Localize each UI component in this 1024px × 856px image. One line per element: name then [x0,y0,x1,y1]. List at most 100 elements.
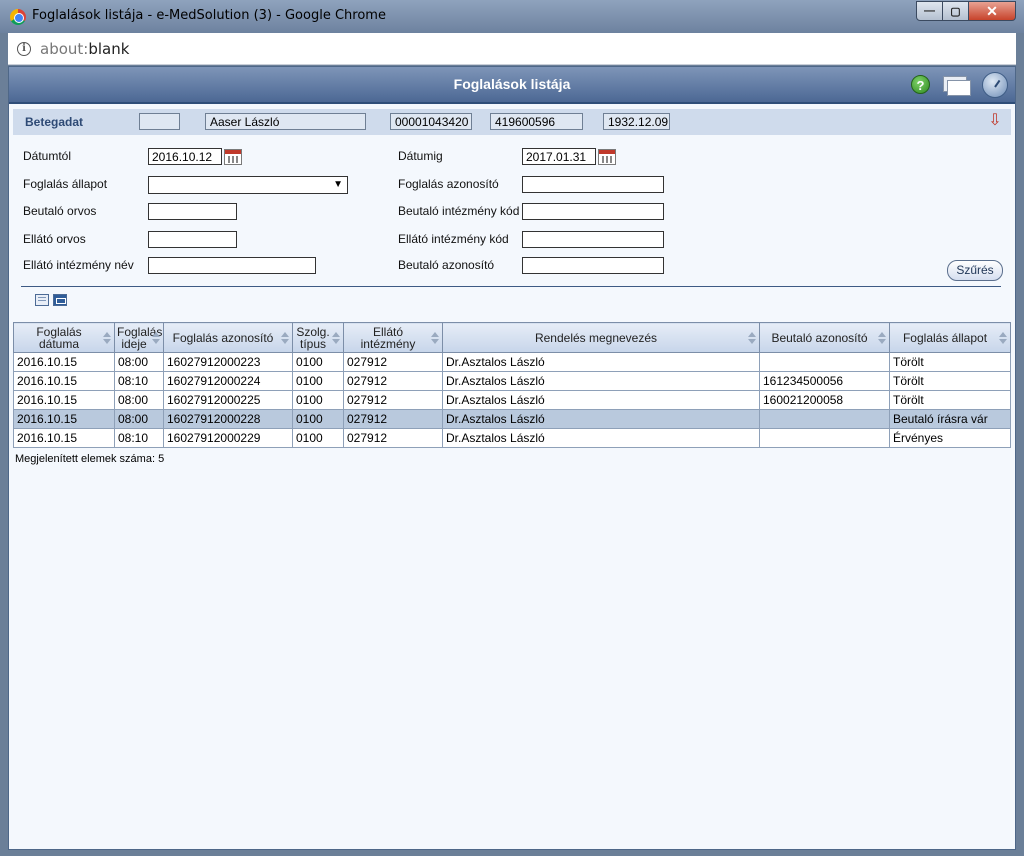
help-icon[interactable]: ? [911,75,930,94]
status-select[interactable]: ▼ [148,176,348,194]
cell-clinic-name[interactable]: Dr.Asztalos László [442,352,760,372]
col-referral-id[interactable]: Beutaló azonosító [759,322,890,353]
cell-referral-id[interactable]: 160021200058 [759,390,890,410]
cell-booking-date[interactable]: 2016.10.15 [13,409,115,429]
cell-referral-id[interactable] [759,352,890,372]
table-row[interactable]: 2016.10.15 08:00 16027912000223 0100 027912 D… [13,352,1011,372]
col-booking-date[interactable]: Foglalás dátuma [13,322,115,353]
patient-birth-date: 1932.12.09 [603,113,670,130]
url-text[interactable]: about:blank [40,40,129,58]
cell-provider-institution[interactable]: 027912 [343,390,443,410]
cell-service-type[interactable]: 0100 [292,428,344,448]
cell-booking-time[interactable]: 08:00 [114,352,164,372]
cell-referral-id[interactable] [759,428,890,448]
cell-service-type[interactable]: 0100 [292,352,344,372]
cell-booking-status[interactable]: Érvényes [889,428,1011,448]
cell-booking-status[interactable]: Törölt [889,371,1011,391]
prov-inst-code-input[interactable] [522,231,664,248]
prov-inst-name-label: Ellátó intézmény név [23,258,134,272]
patient-field-1 [139,113,180,130]
bookings-table: Foglalás dátuma Foglalás ideje Foglalás … [13,322,1011,448]
cell-clinic-name[interactable]: Dr.Asztalos László [442,409,760,429]
col-booking-status[interactable]: Foglalás állapot [889,322,1011,353]
sort-icon[interactable] [999,332,1007,344]
booking-id-input[interactable] [522,176,664,193]
date-to-input[interactable] [522,148,596,165]
cell-booking-date[interactable]: 2016.10.15 [13,428,115,448]
cell-provider-institution[interactable]: 027912 [343,409,443,429]
cell-provider-institution[interactable]: 027912 [343,352,443,372]
cell-booking-id[interactable]: 16027912000228 [163,409,293,429]
table-body: 2016.10.15 08:00 16027912000223 0100 027912 D… [13,352,1011,448]
cell-booking-date[interactable]: 2016.10.15 [13,352,115,372]
cell-clinic-name[interactable]: Dr.Asztalos László [442,428,760,448]
cell-booking-time[interactable]: 08:10 [114,428,164,448]
cell-booking-time[interactable]: 08:00 [114,409,164,429]
export-icon[interactable] [53,294,67,306]
cell-booking-date[interactable]: 2016.10.15 [13,371,115,391]
date-from-label: Dátumtól [23,149,72,163]
calendar-to-icon[interactable] [598,149,616,165]
sort-icon[interactable] [152,332,160,344]
cell-booking-status[interactable]: Törölt [889,352,1011,372]
info-icon[interactable]: i [17,42,31,56]
cell-service-type[interactable]: 0100 [292,371,344,391]
patient-id-2: 419600596 [490,113,583,130]
minimize-button[interactable]: — [916,1,943,21]
address-bar[interactable]: i about:blank [8,33,1016,65]
cell-clinic-name[interactable]: Dr.Asztalos László [442,371,760,391]
cell-referral-id[interactable]: 161234500056 [759,371,890,391]
chrome-logo-icon [10,9,26,25]
calendar-from-icon[interactable] [224,149,242,165]
windows-icon[interactable] [943,76,971,96]
list-view-icon[interactable] [35,294,49,306]
sort-icon[interactable] [332,332,340,344]
sort-icon[interactable] [748,332,756,344]
col-clinic-name[interactable]: Rendelés megnevezés [442,322,760,353]
cell-booking-id[interactable]: 16027912000225 [163,390,293,410]
cell-booking-date[interactable]: 2016.10.15 [13,390,115,410]
ref-id-label: Beutaló azonosító [398,258,495,272]
cell-booking-id[interactable]: 16027912000229 [163,428,293,448]
cell-booking-time[interactable]: 08:10 [114,371,164,391]
cell-booking-id[interactable]: 16027912000224 [163,371,293,391]
table-row[interactable]: 2016.10.15 08:00 16027912000228 0100 027912 D… [13,409,1011,429]
sort-icon[interactable] [878,332,886,344]
app-panel: Foglalások listája ? Betegadat Aaser Lás… [8,66,1016,850]
table-row[interactable]: 2016.10.15 08:00 16027912000225 0100 027912 D… [13,390,1011,410]
table-row[interactable]: 2016.10.15 08:10 16027912000224 0100 027912 D… [13,371,1011,391]
cell-booking-status[interactable]: Törölt [889,390,1011,410]
cell-service-type[interactable]: 0100 [292,390,344,410]
page-title: Foglalások listája [453,76,571,92]
cell-provider-institution[interactable]: 027912 [343,371,443,391]
sort-icon[interactable] [281,332,289,344]
col-service-type[interactable]: Szolg. típus [292,322,344,353]
prov-inst-name-input[interactable] [148,257,316,274]
table-row[interactable]: 2016.10.15 08:10 16027912000229 0100 027912 D… [13,428,1011,448]
cell-clinic-name[interactable]: Dr.Asztalos László [442,390,760,410]
filter-button[interactable]: Szűrés [947,260,1003,281]
col-booking-id[interactable]: Foglalás azonosító [163,322,293,353]
ref-id-input[interactable] [522,257,664,274]
date-from-input[interactable] [148,148,222,165]
prov-doctor-input[interactable] [148,231,237,248]
col-provider-institution[interactable]: Ellátó intézmény [343,322,443,353]
cell-booking-status[interactable]: Beutaló írásra vár [889,409,1011,429]
cell-booking-id[interactable]: 16027912000223 [163,352,293,372]
patient-label: Betegadat [25,115,84,129]
sort-icon[interactable] [103,332,111,344]
cell-referral-id[interactable] [759,409,890,429]
col-booking-time[interactable]: Foglalás ideje [114,322,164,353]
clock-icon[interactable] [982,72,1008,98]
cell-service-type[interactable]: 0100 [292,409,344,429]
arrow-down-icon[interactable]: ⇩ [988,112,1002,132]
cell-booking-time[interactable]: 08:00 [114,390,164,410]
close-button[interactable]: ✕ [969,1,1016,21]
ref-inst-code-input[interactable] [522,203,664,220]
cell-provider-institution[interactable]: 027912 [343,428,443,448]
ref-doctor-input[interactable] [148,203,237,220]
sort-icon[interactable] [431,332,439,344]
prov-doctor-label: Ellátó orvos [23,232,86,246]
maximize-button[interactable]: ▢ [943,1,969,21]
window-titlebar: Foglalások listája - e-MedSolution (3) -… [0,0,1024,33]
